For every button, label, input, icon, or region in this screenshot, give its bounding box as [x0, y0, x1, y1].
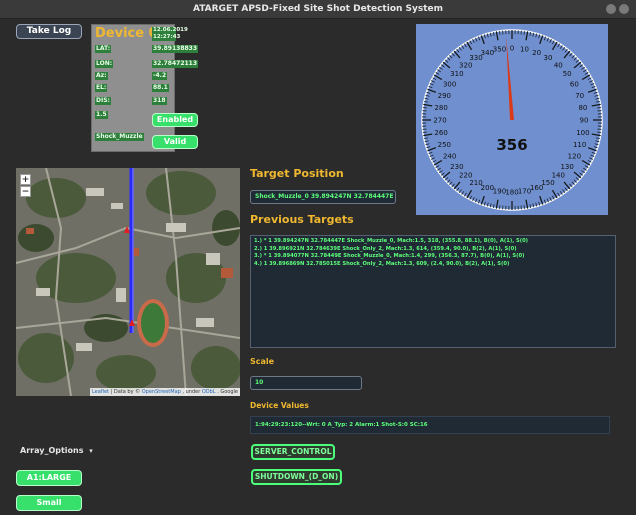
map-zoom-out-button[interactable]: −	[20, 186, 31, 197]
minimize-window-button[interactable]	[606, 4, 616, 14]
device-name: Device 0	[95, 26, 158, 41]
device-values-field: 1:94:29:23:120--Wrt: 0 A_Typ: 2 Alarm:1 …	[250, 416, 610, 434]
map-zoom-in-button[interactable]: +	[20, 174, 31, 185]
gauge-tick-label: 200	[481, 184, 494, 192]
valid-button[interactable]: Valid	[152, 135, 198, 149]
gauge-tick-label: 50	[563, 70, 572, 78]
gauge-tick-label: 310	[450, 70, 463, 78]
window-title: ATARGET APSD-Fixed Site Shot Detection S…	[192, 4, 444, 14]
gauge-tick-label: 210	[469, 179, 482, 187]
odbl-link[interactable]: ODbL	[202, 389, 216, 395]
gauge-tick-label: 110	[573, 141, 586, 149]
gauge-tick-label: 190	[493, 187, 506, 195]
device-values-heading: Device Values	[250, 401, 309, 410]
device-field-label: Az:	[95, 72, 108, 80]
gauge-tick-label: 280	[434, 104, 447, 112]
device-field-label: LON:	[95, 60, 114, 68]
device-time: 12:27:43	[153, 34, 181, 40]
device-field-value: 39.89138833	[152, 45, 199, 53]
previous-target-item[interactable]: 4.) 1 39.896869N 32.785015E Shock_Only_2…	[254, 261, 612, 269]
gauge-tick-label: 270	[433, 117, 446, 125]
device-field-value: -4.2	[152, 72, 168, 80]
gauge-tick-label: 320	[459, 61, 472, 69]
window-title-bar: ATARGET APSD-Fixed Site Shot Detection S…	[0, 0, 636, 19]
device-field-value: 318	[152, 97, 167, 105]
gauge-tick-label: 40	[554, 61, 563, 69]
a1-large-button[interactable]: A1:LARGE	[16, 470, 82, 486]
device-field-label: DIS:	[95, 97, 111, 105]
device-datetime: 12.06.2019 12:27:43	[152, 27, 188, 41]
previous-target-item[interactable]: 3.) * 1 39.894077N 32.78449E Shock_Muzzl…	[254, 253, 612, 261]
scale-input[interactable]: 10	[250, 376, 362, 390]
gauge-tick-label: 20	[532, 49, 541, 57]
heading-gauge-panel: 0 10 20 30 40 50 60 70 80 90 100 110 120 130 140 150 160…	[416, 24, 608, 215]
gauge-tick-label: 100	[576, 129, 589, 137]
gauge-tick-label: 120	[568, 153, 581, 161]
target-position-heading: Target Position	[250, 167, 344, 180]
gauge-tick-label: 180	[505, 189, 518, 197]
gauge-tick-label: 70	[575, 92, 584, 100]
shutdown-button[interactable]: SHUTDOWN_(D_ON)	[251, 469, 342, 485]
map-view[interactable]: + − Leaflet | Data by © OpenStreetMap , …	[16, 168, 240, 396]
gauge-tick-label: 160	[530, 184, 543, 192]
gauge-tick-label: 230	[450, 163, 463, 171]
gauge-tick-label: 10	[520, 46, 529, 54]
previous-target-item[interactable]: 1.) * 1 39.894247N 32.784447E Shock_Muzz…	[254, 238, 612, 246]
device-field-value: 32.78472113	[152, 60, 199, 68]
gauge-tick-label: 290	[438, 92, 451, 100]
gauge-tick-label: 130	[560, 163, 573, 171]
gauge-tick-label: 220	[459, 172, 472, 180]
server-control-button[interactable]: SERVER_CONTROL	[251, 444, 335, 460]
gauge-value-readout: 356	[496, 136, 527, 154]
device-mach: 1.5	[95, 111, 108, 119]
gauge-tick-label: 30	[544, 54, 553, 62]
gauge-tick-label: 250	[438, 141, 451, 149]
array-options-dropdown[interactable]: Array_Options ▾	[20, 446, 93, 455]
gauge-tick-label: 240	[443, 153, 456, 161]
device-panel: Device 0 12.06.2019 12:27:43 LAT: 39.8913…	[91, 24, 199, 152]
small-button[interactable]: Small	[16, 495, 82, 511]
attribution-data-by: | Data by ©	[110, 389, 141, 395]
chevron-down-icon: ▾	[89, 447, 93, 455]
gauge-tick-label: 90	[580, 117, 589, 125]
gauge-tick-label: 80	[578, 104, 587, 112]
close-window-button[interactable]	[619, 4, 629, 14]
attribution-google: . Google	[217, 389, 238, 395]
gauge-tick-label: 300	[443, 81, 456, 89]
device-field-label: EL:	[95, 84, 108, 92]
gauge-tick-label: 0	[510, 45, 514, 53]
osm-link[interactable]: OpenStreetMap	[142, 389, 181, 395]
device-field-label: LAT:	[95, 45, 112, 53]
device-field-value: 88.1	[152, 84, 169, 92]
heading-gauge: 0 10 2030405060708090100110120130140150160…	[421, 29, 603, 211]
previous-targets-heading: Previous Targets	[250, 213, 354, 226]
gauge-tick-label: 60	[570, 81, 579, 89]
take-log-button[interactable]: Take Log	[16, 24, 82, 39]
previous-targets-list[interactable]: 1.) * 1 39.894247N 32.784447E Shock_Muzz…	[250, 235, 616, 348]
enabled-button[interactable]: Enabled	[152, 113, 198, 127]
array-options-label: Array_Options	[20, 446, 84, 455]
leaflet-link[interactable]: Leaflet	[92, 389, 109, 395]
attribution-under: , under	[182, 389, 201, 395]
map-attribution: Leaflet | Data by © OpenStreetMap , unde…	[89, 388, 240, 396]
gauge-tick-label: 260	[434, 129, 447, 137]
target-position-field: Shock_Muzzle_0 39.894247N 32.784447E	[250, 190, 396, 204]
device-date: 12.06.2019	[153, 27, 188, 33]
device-shot-type: Shock_Muzzle	[95, 133, 144, 141]
previous-target-item[interactable]: 2.) 1 39.896921N 32.784639E Shock_Only_2…	[254, 246, 612, 254]
map-satellite-image	[16, 168, 240, 396]
scale-heading: Scale	[250, 357, 275, 366]
gauge-tick-label: 170	[518, 187, 531, 195]
gauge-tick-label: 350	[493, 46, 506, 54]
